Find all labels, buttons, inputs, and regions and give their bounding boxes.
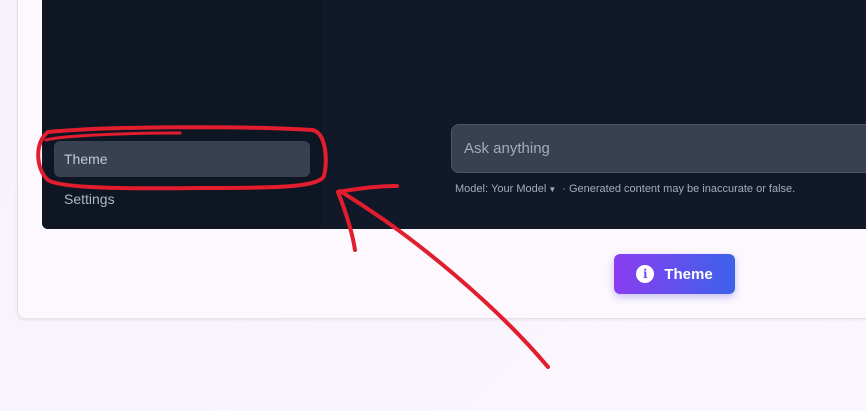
sidebar-item-theme[interactable]: Theme [54, 141, 310, 177]
app-window: Theme Settings Model: Your Model▼ · Gene… [42, 0, 866, 229]
disclaimer-text: · Generated content may be inaccurate or… [562, 183, 796, 195]
chat-input[interactable] [451, 124, 866, 173]
theme-button-label: Theme [664, 265, 713, 283]
sidebar-item-label: Settings [64, 191, 115, 207]
caret-down-icon: ▼ [548, 184, 557, 194]
sidebar: Theme Settings [42, 0, 322, 229]
sidebar-item-settings[interactable]: Settings [54, 181, 310, 217]
chat-main: Model: Your Model▼ · Generated content m… [322, 0, 866, 229]
model-name: Your Model [491, 183, 547, 195]
model-selector[interactable]: Model: Your Model ▼ [455, 183, 556, 195]
input-meta: Model: Your Model ▼ · Generated content m… [455, 183, 795, 195]
theme-button[interactable]: i Theme [614, 254, 735, 294]
info-icon: i [636, 265, 655, 283]
sidebar-item-label: Theme [64, 151, 108, 167]
model-prefix: Model: [455, 183, 489, 195]
